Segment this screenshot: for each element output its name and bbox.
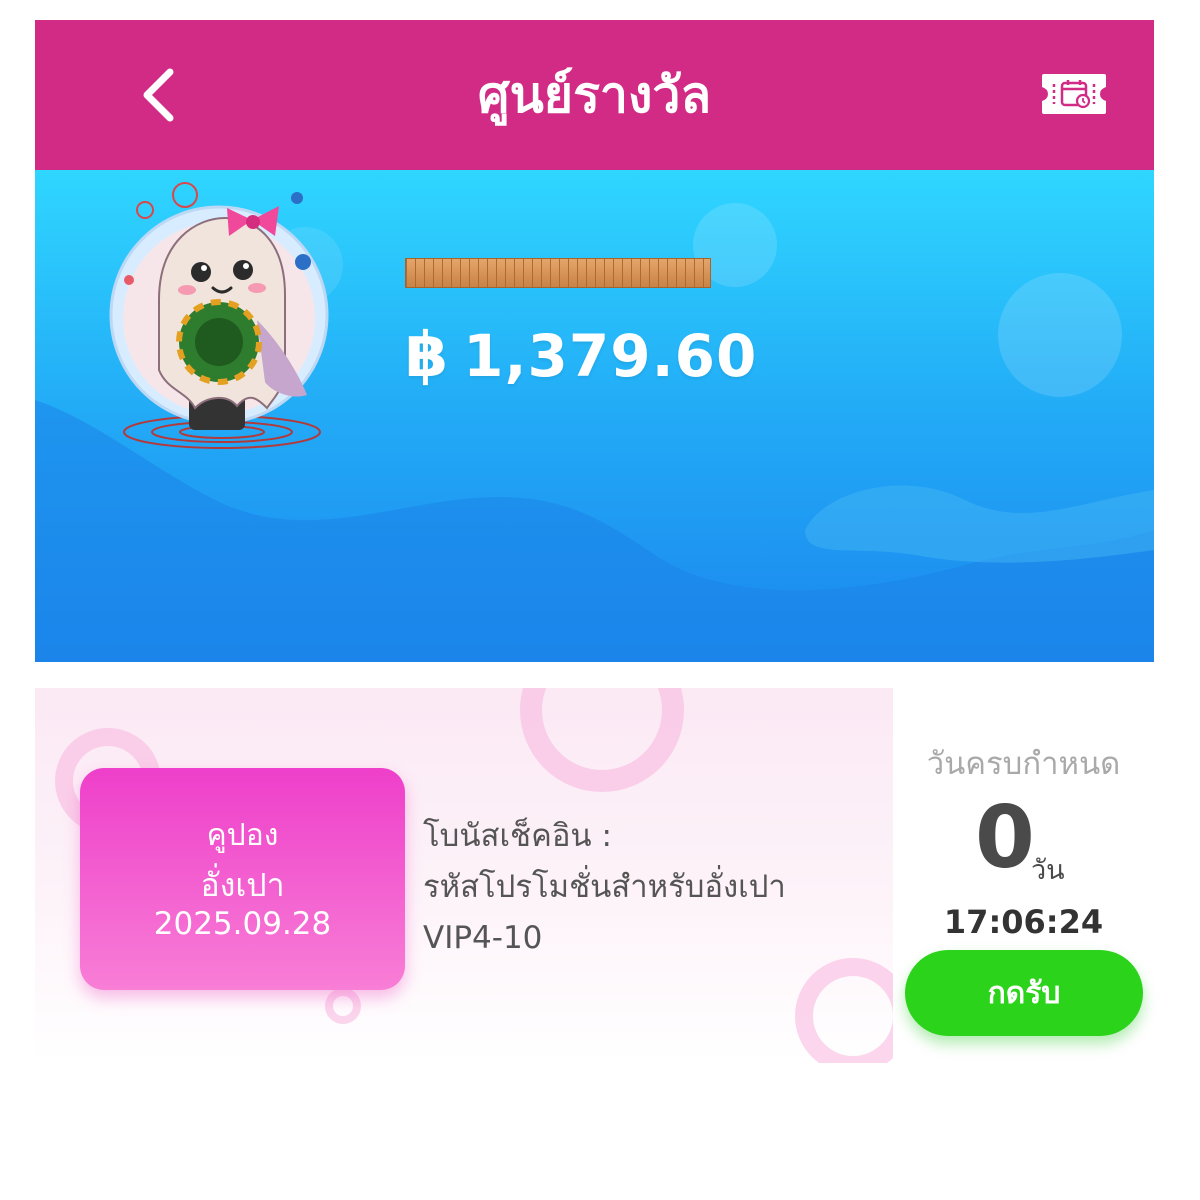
coupon-tag: คูปอง อั่งเปา 2025.09.28 xyxy=(80,768,405,990)
redaction-ruler-image xyxy=(405,258,711,288)
page-title: ศูนย์รางวัล xyxy=(477,66,712,124)
coupon-name: อั่งเปา xyxy=(200,866,285,904)
ticket-calendar-button[interactable] xyxy=(1038,70,1110,118)
balance-banner: ฿ 1,379.60 xyxy=(35,170,1154,662)
baht-symbol: ฿ xyxy=(405,318,450,391)
balance-amount: ฿ 1,379.60 xyxy=(405,318,757,391)
deadline-label: วันครบกำหนด xyxy=(926,746,1121,782)
claim-button[interactable]: กดรับ xyxy=(905,950,1143,1036)
top-bar: ศูนย์รางวัล xyxy=(35,20,1154,170)
days-remaining: 0 xyxy=(975,788,1035,888)
avatar-ghost-mascot xyxy=(109,182,329,449)
balance-value: 1,379.60 xyxy=(463,322,758,390)
decor-circle xyxy=(325,988,361,1024)
description-line: รหัสโปรโมชั่นสำหรับอั่งเปา xyxy=(423,869,786,905)
countdown-time: 17:06:24 xyxy=(943,903,1104,941)
coupon-date: 2025.09.28 xyxy=(153,906,332,942)
deadline-panel: วันครบกำหนด 0 วัน 17:06:24 กดรับ xyxy=(893,688,1154,1063)
decor-circle xyxy=(520,688,684,792)
coupon-card: คูปอง อั่งเปา 2025.09.28 โบนัสเช็คอิน : … xyxy=(35,688,893,1063)
reward-center-screen: ศูนย์รางวัล ฿ 1,379.60 คูปอง อั่งเปา 202… xyxy=(35,20,1154,1065)
ticket-calendar-icon xyxy=(1042,74,1106,114)
coupon-type-label: คูปอง xyxy=(206,818,279,853)
decor-circle xyxy=(795,958,893,1063)
coupon-description: โบนัสเช็คอิน : รหัสโปรโมชั่นสำหรับอั่งเป… xyxy=(423,811,786,964)
days-unit: วัน xyxy=(1031,855,1065,886)
description-line: โบนัสเช็คอิน : xyxy=(423,818,612,854)
description-line: VIP4-10 xyxy=(423,920,543,956)
